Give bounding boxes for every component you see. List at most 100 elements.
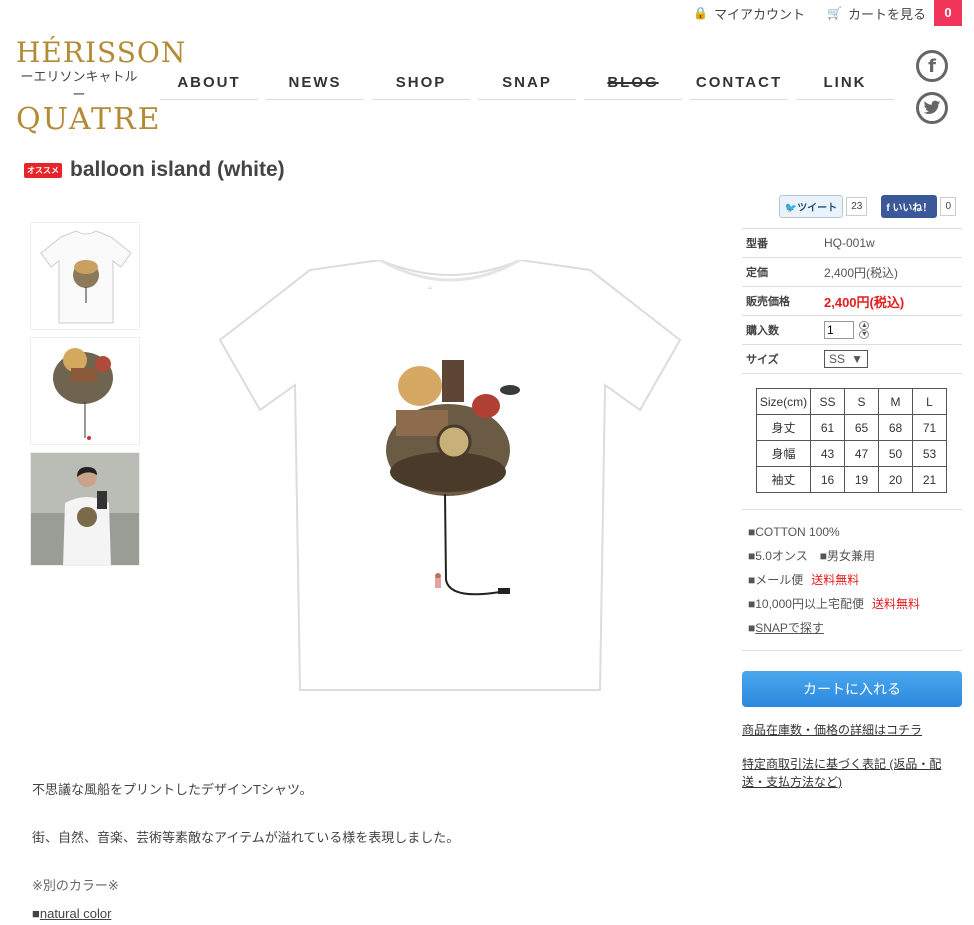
size-chart-cell: 68	[878, 414, 913, 441]
tweet-count: 23	[846, 197, 868, 216]
stepper-up-icon[interactable]: ▲	[859, 321, 870, 331]
like-label: いいね！	[892, 203, 933, 214]
product-description: 不思議な風船をプリントしたデザインTシャツ。 街、自然、音楽、芸術等素敵なアイテ…	[32, 778, 459, 925]
feature-home: ■10,000円以上宅配便	[748, 597, 864, 611]
divider	[742, 509, 962, 510]
size-selected-value: SS	[829, 352, 846, 366]
spec-row-size: サイズ SS ▼	[742, 345, 962, 374]
logo-line-3: QUATRE	[16, 102, 162, 137]
other-color-bullet: ■	[32, 906, 40, 921]
svg-text:≈: ≈	[428, 285, 432, 292]
main-product-image[interactable]: ≈	[210, 258, 690, 700]
twitter-bird-icon: 🐦	[784, 203, 798, 214]
share-buttons: 🐦ツイート 23 f いいね！ 0	[742, 195, 962, 218]
feature-ounce: ■5.0オンス	[748, 549, 808, 563]
product-title: balloon island (white)	[70, 158, 285, 181]
size-chart-cell: 71	[912, 414, 947, 441]
natural-color-link[interactable]: natural color	[40, 906, 112, 921]
social-links: f	[916, 50, 948, 134]
size-select[interactable]: SS ▼	[824, 350, 868, 368]
size-label: サイズ	[746, 354, 779, 366]
nav-shop[interactable]: SHOP	[372, 74, 470, 100]
my-account-label: マイアカウント	[714, 6, 806, 22]
description-text-1: 不思議な風船をプリントしたデザインTシャツ。	[32, 782, 313, 797]
chevron-down-icon: ▼	[851, 352, 863, 366]
thumbnail-model-photo[interactable]	[30, 452, 140, 566]
description-text-2: 街、自然、音楽、芸術等素敵なアイテムが溢れている様を表現しました。	[32, 830, 460, 845]
nav-snap[interactable]: SNAP	[478, 74, 576, 100]
like-button[interactable]: f いいね！	[881, 195, 938, 218]
home-free-shipping: 送料無料	[871, 597, 920, 611]
stepper-down-icon[interactable]: ▼	[859, 330, 870, 340]
size-chart-cell: 53	[912, 440, 947, 467]
quantity-input[interactable]	[824, 320, 854, 339]
sale-price-value: 2,400円(税込)	[824, 294, 905, 310]
divider	[742, 650, 962, 651]
size-chart-header: Size(cm) SS S M L	[756, 388, 947, 415]
purchase-panel: 🐦ツイート 23 f いいね！ 0 型番 HQ-001w 定価 2,400円(税…	[742, 195, 962, 807]
feature-unisex: ■男女兼用	[819, 549, 875, 563]
tweet-button[interactable]: 🐦ツイート	[778, 195, 844, 218]
site-logo[interactable]: HÉRISSON ーエリソンキャトルー QUATRE	[16, 36, 187, 137]
facebook-small-icon: f	[886, 203, 890, 214]
spec-row-model: 型番 HQ-001w	[742, 229, 962, 258]
size-chart-cell: 16	[810, 466, 845, 493]
nav-blog[interactable]: BLOG	[584, 74, 682, 100]
spec-row-price: 定価 2,400円(税込)	[742, 258, 962, 287]
size-chart-row: 身丈 61 65 68 71	[756, 414, 947, 441]
spec-row-sale: 販売価格 2,400円(税込)	[742, 287, 962, 316]
nav-about[interactable]: ABOUT	[160, 74, 258, 100]
view-cart-link[interactable]: 🛒 カートを見る 0	[827, 0, 962, 26]
feature-cotton: ■COTTON 100%	[748, 525, 840, 539]
logo-line-2: ーエリソンキャトルー	[20, 69, 138, 102]
mail-free-shipping: 送料無料	[811, 573, 860, 587]
cart-count-badge: 0	[934, 0, 962, 26]
nav-link[interactable]: LINK	[796, 74, 894, 100]
size-chart-cell: 61	[810, 414, 845, 441]
size-chart-header-cell: L	[912, 388, 947, 415]
size-chart-cell: 21	[912, 466, 947, 493]
top-bar: 🔒 マイアカウント 🛒 カートを見る 0	[671, 0, 962, 26]
legal-notice-link[interactable]: 特定商取引法に基づく表記 (返品・配送・支払方法など)	[742, 755, 962, 791]
size-chart-cell: 43	[810, 440, 845, 467]
stock-details-link[interactable]: 商品在庫数・価格の詳細はコチラ	[742, 721, 962, 739]
model-label: 型番	[746, 238, 768, 250]
size-chart-cell: 身丈	[756, 414, 811, 441]
spec-row-quantity: 購入数 ▲ ▼	[742, 316, 962, 345]
quantity-label: 購入数	[746, 325, 779, 337]
size-chart-cell: 50	[878, 440, 913, 467]
quantity-stepper[interactable]: ▲ ▼	[859, 321, 870, 340]
logo-line-1: HÉRISSON	[16, 36, 187, 69]
nav-news[interactable]: NEWS	[266, 74, 364, 100]
like-count: 0	[940, 197, 956, 216]
snap-search-link[interactable]: SNAPで探す	[755, 621, 824, 635]
size-chart-cell: 65	[844, 414, 879, 441]
tweet-label: ツイート	[797, 203, 838, 214]
my-account-link[interactable]: 🔒 マイアカウント	[693, 4, 805, 23]
other-color-item: ■natural color	[32, 902, 459, 925]
cart-icon: 🛒	[827, 6, 842, 20]
size-chart-cell: 20	[878, 466, 913, 493]
facebook-icon[interactable]: f	[916, 50, 948, 82]
recommend-badge: オススメ	[24, 162, 62, 178]
feature-mail-row: ■メール便 送料無料	[748, 568, 962, 592]
thumbnail-artwork[interactable]	[30, 337, 140, 445]
size-chart-header-cell: Size(cm)	[756, 388, 811, 415]
feature-home-row: ■10,000円以上宅配便 送料無料	[748, 592, 962, 616]
price-label: 定価	[746, 267, 768, 279]
price-value: 2,400円(税込)	[824, 265, 899, 280]
size-chart-cell: 身幅	[756, 440, 811, 467]
spec-table: 型番 HQ-001w 定価 2,400円(税込) 販売価格 2,400円(税込)…	[742, 228, 962, 374]
twitter-icon[interactable]	[916, 92, 948, 124]
model-value: HQ-001w	[824, 236, 875, 250]
sale-price-label: 販売価格	[746, 296, 790, 308]
nav-contact[interactable]: CONTACT	[690, 74, 788, 100]
size-chart-header-cell: S	[844, 388, 879, 415]
thumbnail-tshirt[interactable]	[30, 222, 140, 330]
size-chart-header-cell: SS	[810, 388, 845, 415]
add-to-cart-button[interactable]: カートに入れる	[742, 671, 962, 707]
size-chart-row: 袖丈 16 19 20 21	[756, 466, 947, 493]
size-chart-cell: 47	[844, 440, 879, 467]
product-title-row: オススメ balloon island (white)	[24, 158, 285, 182]
feature-ounce-row: ■5.0オンス ■男女兼用	[748, 544, 962, 568]
